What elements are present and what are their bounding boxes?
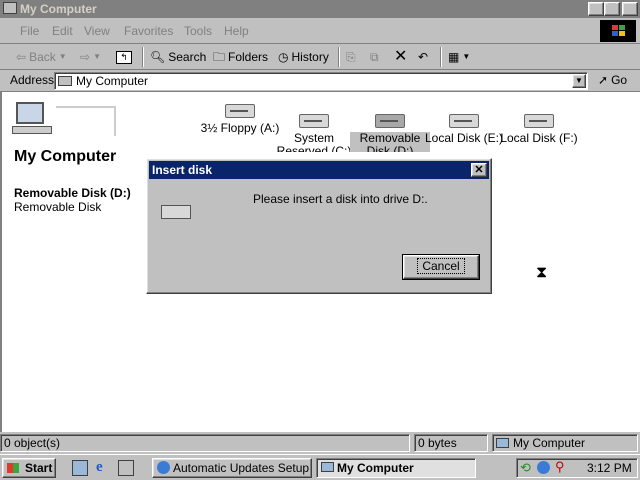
taskbar: Start e Automatic Updates Setup ... My C… [0, 454, 640, 480]
left-panel-title: My Computer [14, 148, 117, 165]
undo-button[interactable]: ↶ [418, 48, 428, 66]
drive-system-reserved-c[interactable]: System Reserved (C:) [274, 114, 354, 152]
menu-view[interactable]: View [84, 24, 110, 38]
address-dropdown-button[interactable]: ▼ [572, 74, 586, 88]
network-tray-icon[interactable] [537, 461, 550, 474]
search-tray-icon[interactable]: ⚲ [555, 459, 565, 475]
drive-label: Local Disk (E:) [424, 131, 504, 145]
selected-item-type: Removable Disk [14, 200, 102, 214]
toolbar-separator [338, 47, 340, 67]
up-folder-icon: ↰ [116, 50, 132, 64]
back-arrow-icon: ⇦ [16, 50, 27, 64]
start-button[interactable]: Start [2, 458, 56, 478]
drive-label: Removable Disk (D:) [350, 132, 430, 152]
close-button[interactable]: × [622, 2, 638, 16]
search-button[interactable]: 🔍︎ Search [150, 48, 206, 66]
status-zone: My Computer [492, 434, 638, 452]
window-title-bar[interactable]: My Computer _ ❐ × [0, 0, 640, 18]
globe-icon [157, 461, 170, 474]
taskbar-my-computer[interactable]: My Computer [316, 458, 476, 478]
drive-removable-d[interactable]: Removable Disk (D:) [350, 114, 430, 152]
drive-local-f[interactable]: Local Disk (F:) [499, 114, 579, 145]
menu-help[interactable]: Help [224, 24, 249, 38]
taskbar-automatic-updates[interactable]: Automatic Updates Setup ... [152, 458, 312, 478]
go-button[interactable]: ➚ Go [598, 73, 627, 87]
selected-item-name: Removable Disk (D:) [14, 186, 131, 200]
windows-logo-icon [600, 20, 636, 42]
hard-drive-icon [449, 114, 479, 128]
drive-label: 3½ Floppy (A:) [200, 121, 280, 135]
history-button[interactable]: ◷ History [278, 48, 329, 66]
toolbar: ⇦ Back ▼ ⇨ ▼ ↰ 🔍︎ Search 🗀 Folders ◷ His… [0, 44, 640, 70]
my-computer-banner-icon [6, 98, 118, 144]
status-bar: 0 object(s) 0 bytes My Computer [0, 432, 640, 454]
menu-bar: File Edit View Favorites Tools Help [0, 18, 640, 44]
address-label: Address [10, 73, 55, 87]
views-button[interactable]: ▦ ▼ [448, 48, 470, 66]
drive-icon [161, 205, 191, 219]
window-title: My Computer [20, 2, 97, 16]
drive-label: System Reserved (C:) [276, 131, 352, 153]
copy-to-icon: ⧉ [370, 50, 379, 64]
internet-explorer-icon[interactable]: e [96, 459, 103, 476]
dialog-title-bar[interactable]: Insert disk ✕ [149, 161, 489, 179]
clock[interactable]: 3:12 PM [587, 461, 632, 475]
outlook-express-icon[interactable] [118, 460, 134, 476]
menu-favorites[interactable]: Favorites [124, 24, 173, 38]
drive-label: Local Disk (F:) [500, 131, 578, 145]
go-arrow-icon: ➚ [598, 73, 609, 87]
menu-file[interactable]: File [20, 24, 39, 38]
system-tray: ⟲ ⚲ 3:12 PM [516, 458, 638, 478]
dialog-message: Please insert a disk into drive D:. [253, 192, 428, 206]
move-to-button[interactable]: ⎘ [346, 48, 356, 66]
chevron-down-icon: ▼ [93, 52, 101, 61]
folders-button[interactable]: 🗀 Folders [213, 48, 268, 66]
update-tray-icon[interactable]: ⟲ [520, 460, 531, 476]
removable-drive-icon [375, 114, 405, 128]
dialog-close-button[interactable]: ✕ [471, 163, 487, 177]
computer-icon [3, 2, 17, 14]
hard-drive-icon [524, 114, 554, 128]
chevron-down-icon: ▼ [462, 52, 471, 61]
toolbar-separator [440, 47, 442, 67]
floppy-drive-icon [225, 104, 255, 118]
status-size: 0 bytes [414, 434, 488, 452]
status-object-count: 0 object(s) [0, 434, 410, 452]
up-folder-button[interactable]: ↰ [116, 48, 132, 66]
drive-local-e[interactable]: Local Disk (E:) [424, 114, 504, 145]
maximize-button[interactable]: ❐ [604, 2, 620, 16]
menu-tools[interactable]: Tools [184, 24, 212, 38]
views-grid-icon: ▦ [448, 50, 460, 64]
insert-disk-dialog: Insert disk ✕ Please insert a disk into … [146, 158, 492, 294]
copy-to-button[interactable]: ⧉ [370, 48, 379, 66]
minimize-button[interactable]: _ [588, 2, 604, 16]
menu-edit[interactable]: Edit [52, 24, 73, 38]
address-input[interactable]: My Computer ▼ [54, 72, 588, 90]
dialog-title: Insert disk [152, 163, 213, 177]
hard-drive-icon [299, 114, 329, 128]
drive-floppy-a[interactable]: 3½ Floppy (A:) [200, 104, 280, 135]
hourglass-cursor-icon: ⧗ [536, 264, 548, 281]
forward-arrow-icon: ⇨ [80, 50, 91, 64]
folders-icon: 🗀 [213, 50, 226, 64]
cancel-button[interactable]: Cancel [402, 254, 480, 280]
forward-button[interactable]: ⇨ ▼ [80, 48, 101, 66]
search-icon: 🔍︎ [150, 50, 166, 64]
history-icon: ◷ [278, 50, 289, 64]
windows-flag-icon [7, 463, 19, 473]
address-value: My Computer [76, 74, 149, 88]
computer-icon [58, 76, 72, 86]
chevron-down-icon: ▼ [58, 52, 67, 61]
quick-launch-desktop-icon[interactable] [72, 460, 88, 476]
move-to-icon: ⎘ [346, 50, 356, 64]
toolbar-separator [142, 47, 144, 67]
undo-icon: ↶ [418, 50, 429, 64]
computer-icon [496, 438, 509, 448]
back-button[interactable]: ⇦ Back ▼ [16, 48, 67, 66]
delete-x-icon: ✕ [394, 48, 408, 65]
address-bar: Address My Computer ▼ ➚ Go [0, 70, 640, 92]
delete-button[interactable]: ✕ [394, 48, 407, 66]
computer-icon [321, 462, 334, 472]
